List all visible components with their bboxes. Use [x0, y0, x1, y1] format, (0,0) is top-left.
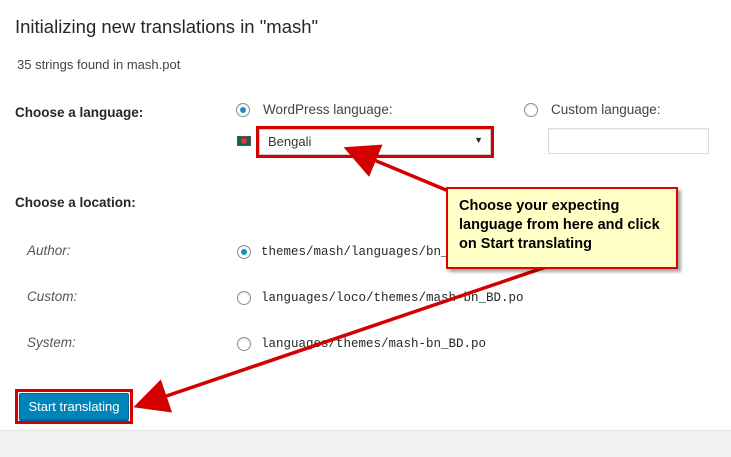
instruction-callout: Choose your expecting language from here…	[446, 187, 678, 269]
arrow-to-button	[133, 250, 591, 413]
